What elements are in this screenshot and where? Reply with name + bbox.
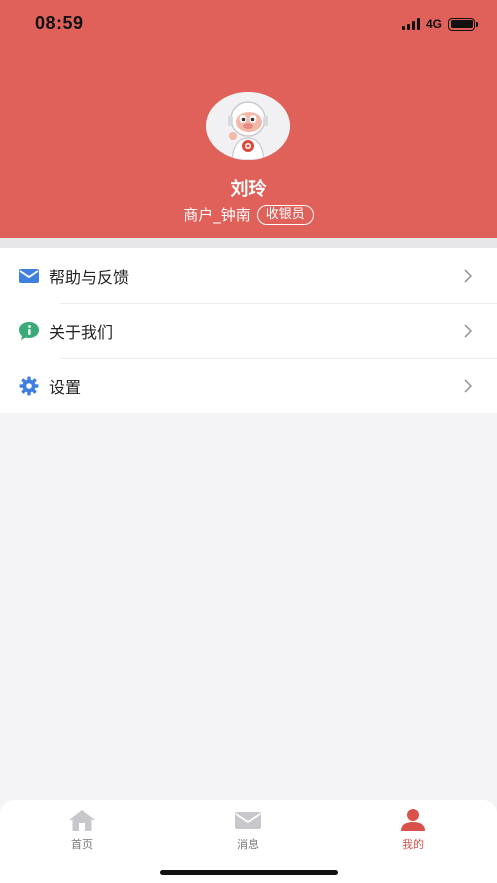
- info-icon: [18, 320, 40, 342]
- user-subtitle: 商户_钟南 收银员: [0, 204, 497, 225]
- mail-icon: [18, 265, 40, 287]
- tab-label: 消息: [237, 838, 259, 851]
- menu-item-about-us[interactable]: 关于我们: [0, 303, 497, 358]
- battery-icon: [448, 17, 478, 31]
- avatar[interactable]: [206, 92, 290, 160]
- menu-item-label: 设置: [49, 377, 82, 397]
- mascot-avatar-icon: [206, 92, 290, 160]
- chevron-right-icon: [464, 378, 473, 393]
- menu-item-help-feedback[interactable]: 帮助与反馈: [0, 248, 497, 303]
- message-icon: [235, 812, 261, 829]
- tab-home[interactable]: 首页: [47, 808, 117, 852]
- gear-icon: [18, 375, 40, 397]
- tab-label: 我的: [402, 838, 424, 851]
- section-divider: [0, 238, 497, 248]
- chevron-right-icon: [464, 268, 473, 283]
- settings-menu: 帮助与反馈 关于我们 设置: [0, 248, 497, 413]
- merchant-name: 商户_钟南: [183, 206, 251, 224]
- chevron-right-icon: [464, 323, 473, 338]
- user-name: 刘玲: [230, 179, 267, 200]
- role-badge: 收银员: [256, 204, 314, 225]
- menu-item-label: 关于我们: [49, 322, 114, 342]
- network-type: 4G: [425, 17, 442, 31]
- status-time: 08:59: [35, 13, 84, 33]
- tab-messages[interactable]: 消息: [213, 808, 283, 852]
- tab-label: 首页: [71, 838, 93, 851]
- profile-icon: [401, 809, 425, 831]
- menu-item-settings[interactable]: 设置: [0, 358, 497, 413]
- tab-mine[interactable]: 我的: [378, 808, 448, 852]
- status-indicators: 4G: [401, 15, 478, 33]
- home-icon: [69, 810, 95, 831]
- menu-item-label: 帮助与反馈: [49, 267, 130, 287]
- profile-header: 08:59 4G 刘玲 商户_钟南 收银员: [0, 0, 497, 238]
- signal-icon: [401, 18, 420, 30]
- home-indicator: [160, 870, 338, 875]
- status-bar: 08:59 4G: [0, 0, 497, 46]
